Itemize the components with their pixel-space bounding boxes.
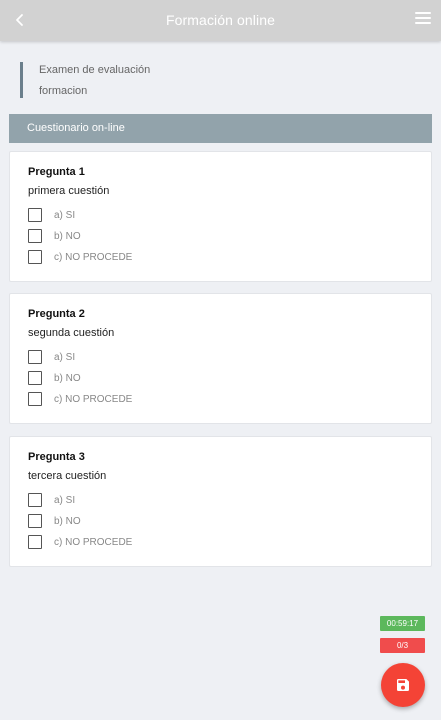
question-card: Pregunta 1 primera cuestión a) SI b) NO … (9, 151, 432, 282)
option-b-checkbox[interactable]: b) NO (28, 228, 81, 244)
timer-badge: 00:59:17 (380, 616, 425, 631)
exam-name: Examen de evaluación (39, 64, 151, 76)
question-text: segunda cuestión (28, 327, 115, 339)
checkbox-icon (28, 229, 42, 243)
option-label: b) NO (54, 230, 81, 242)
question-title: Pregunta 3 (28, 451, 85, 463)
option-c-checkbox[interactable]: c) NO PROCEDE (28, 391, 132, 407)
option-a-checkbox[interactable]: a) SI (28, 492, 75, 508)
option-label: c) NO PROCEDE (54, 251, 133, 263)
option-label: c) NO PROCEDE (54, 393, 133, 405)
section-header: Cuestionario on-line (9, 114, 432, 143)
option-a-checkbox[interactable]: a) SI (28, 349, 75, 365)
section-title: Cuestionario on-line (27, 122, 125, 134)
hamburger-menu-icon (415, 12, 431, 14)
option-a-checkbox[interactable]: a) SI (28, 207, 75, 223)
checkbox-icon (28, 350, 42, 364)
exam-info: Examen de evaluación formacion (20, 62, 150, 98)
option-c-checkbox[interactable]: c) NO PROCEDE (28, 534, 132, 550)
option-b-checkbox[interactable]: b) NO (28, 513, 81, 529)
checkbox-icon (28, 208, 42, 222)
save-icon (397, 679, 409, 691)
checkbox-icon (28, 514, 42, 528)
save-button[interactable] (381, 663, 425, 707)
question-title: Pregunta 2 (28, 308, 85, 320)
menu-button[interactable] (415, 12, 431, 26)
option-c-checkbox[interactable]: c) NO PROCEDE (28, 249, 132, 265)
question-text: primera cuestión (28, 185, 110, 197)
option-b-checkbox[interactable]: b) NO (28, 370, 81, 386)
question-card: Pregunta 3 tercera cuestión a) SI b) NO … (9, 436, 432, 567)
option-label: b) NO (54, 515, 81, 527)
option-label: c) NO PROCEDE (54, 536, 133, 548)
score-badge: 0/3 (380, 638, 425, 653)
question-text: tercera cuestión (28, 470, 107, 482)
checkbox-icon (28, 392, 42, 406)
option-label: a) SI (54, 351, 76, 363)
checkbox-icon (28, 371, 42, 385)
checkbox-icon (28, 493, 42, 507)
question-card: Pregunta 2 segunda cuestión a) SI b) NO … (9, 293, 432, 424)
checkbox-icon (28, 535, 42, 549)
course-name: formacion (39, 85, 88, 97)
app-title: Formación online (166, 12, 275, 28)
option-label: a) SI (54, 494, 76, 506)
question-title: Pregunta 1 (28, 166, 85, 178)
option-label: a) SI (54, 209, 76, 221)
option-label: b) NO (54, 372, 81, 384)
top-app-bar: Formación online (0, 0, 441, 41)
checkbox-icon (28, 250, 42, 264)
